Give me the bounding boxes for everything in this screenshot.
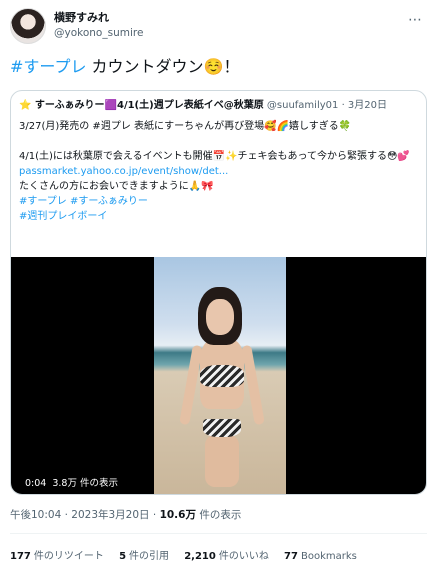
author-info[interactable]: 横野すみれ @yokono_sumire — [54, 10, 143, 41]
likes-stat[interactable]: 2,210 件のいいね — [184, 551, 269, 562]
tweet-header: 横野すみれ @yokono_sumire ⋯ — [10, 8, 427, 46]
video-info: 0:04 3.8万 件の表示 — [21, 474, 128, 490]
views-label: 件の表示 — [195, 509, 242, 521]
video-duration: 0:04 — [25, 478, 47, 489]
author-handle[interactable]: @yokono_sumire — [54, 26, 143, 41]
quoted-tweet[interactable]: ⭐ すーふぁみりー🟪4/1(土)週プレ表紙イベ@秋葉原 @suufamily01… — [10, 90, 427, 495]
video-frame — [154, 257, 286, 494]
quote-header: ⭐ すーふぁみりー🟪4/1(土)週プレ表紙イベ@秋葉原 @suufamily01… — [19, 100, 388, 111]
quote-line: 4/1(土)には秋葉原で会えるイベントも開催📅✨チェキ会もあって今から緊張する😳… — [19, 151, 410, 162]
video-player[interactable]: 0:04 3.8万 件の表示 — [11, 257, 426, 494]
views-count: 10.6万 — [159, 509, 196, 521]
quote-link[interactable]: passmarket.yahoo.co.jp/event/show/det... — [19, 164, 419, 179]
quote-body: 3/27(月)発売の #週プレ 表紙にすーちゃんが再び登場🥰🌈嬉しすぎる🍀 4/… — [19, 119, 419, 224]
quote-author-handle: @suufamily01 — [266, 100, 339, 111]
quote-author-name[interactable]: ⭐ すーふぁみりー🟪4/1(土)週プレ表紙イベ@秋葉原 — [19, 100, 264, 111]
quote-line-blank — [19, 134, 419, 149]
bookmarks-stat[interactable]: 77 Bookmarks — [284, 551, 357, 562]
tweet-timestamp: 午後10:04 · 2023年3月20日 · 10.6万 件の表示 — [10, 508, 241, 522]
author-display-name[interactable]: 横野すみれ — [54, 10, 143, 26]
quote-hashtags[interactable]: #すープレ #すーふぁみりー — [19, 194, 419, 209]
quote-line: 3/27(月)発売の #週プレ 表紙にすーちゃんが再び登場🥰🌈嬉しすぎる🍀 — [19, 121, 352, 132]
video-views: 3.8万 件の表示 — [52, 478, 118, 489]
tweet-stats: 177 件のリツイート 5 件の引用 2,210 件のいいね 77 Bookmarks — [10, 547, 369, 562]
time-date[interactable]: 午後10:04 · 2023年3月20日 · — [10, 509, 160, 521]
retweets-stat[interactable]: 177 件のリツイート — [10, 551, 104, 562]
video-subject — [179, 287, 265, 487]
more-icon[interactable]: ⋯ — [408, 12, 423, 28]
quotes-stat[interactable]: 5 件の引用 — [119, 551, 169, 562]
tweet-text-body: カウントダウン☺️！ — [86, 57, 240, 76]
quote-line: たくさんの方にお会いできますように🙏🎀 — [19, 181, 214, 192]
tweet-text: #すープレ カウントダウン☺️！ — [10, 56, 239, 78]
divider — [10, 533, 427, 534]
avatar[interactable] — [10, 8, 46, 44]
tweet-hashtag[interactable]: #すープレ — [10, 57, 86, 76]
quote-date[interactable]: 3月20日 — [348, 100, 387, 111]
quote-hashtag[interactable]: #週刊プレイボーイ — [19, 209, 419, 224]
